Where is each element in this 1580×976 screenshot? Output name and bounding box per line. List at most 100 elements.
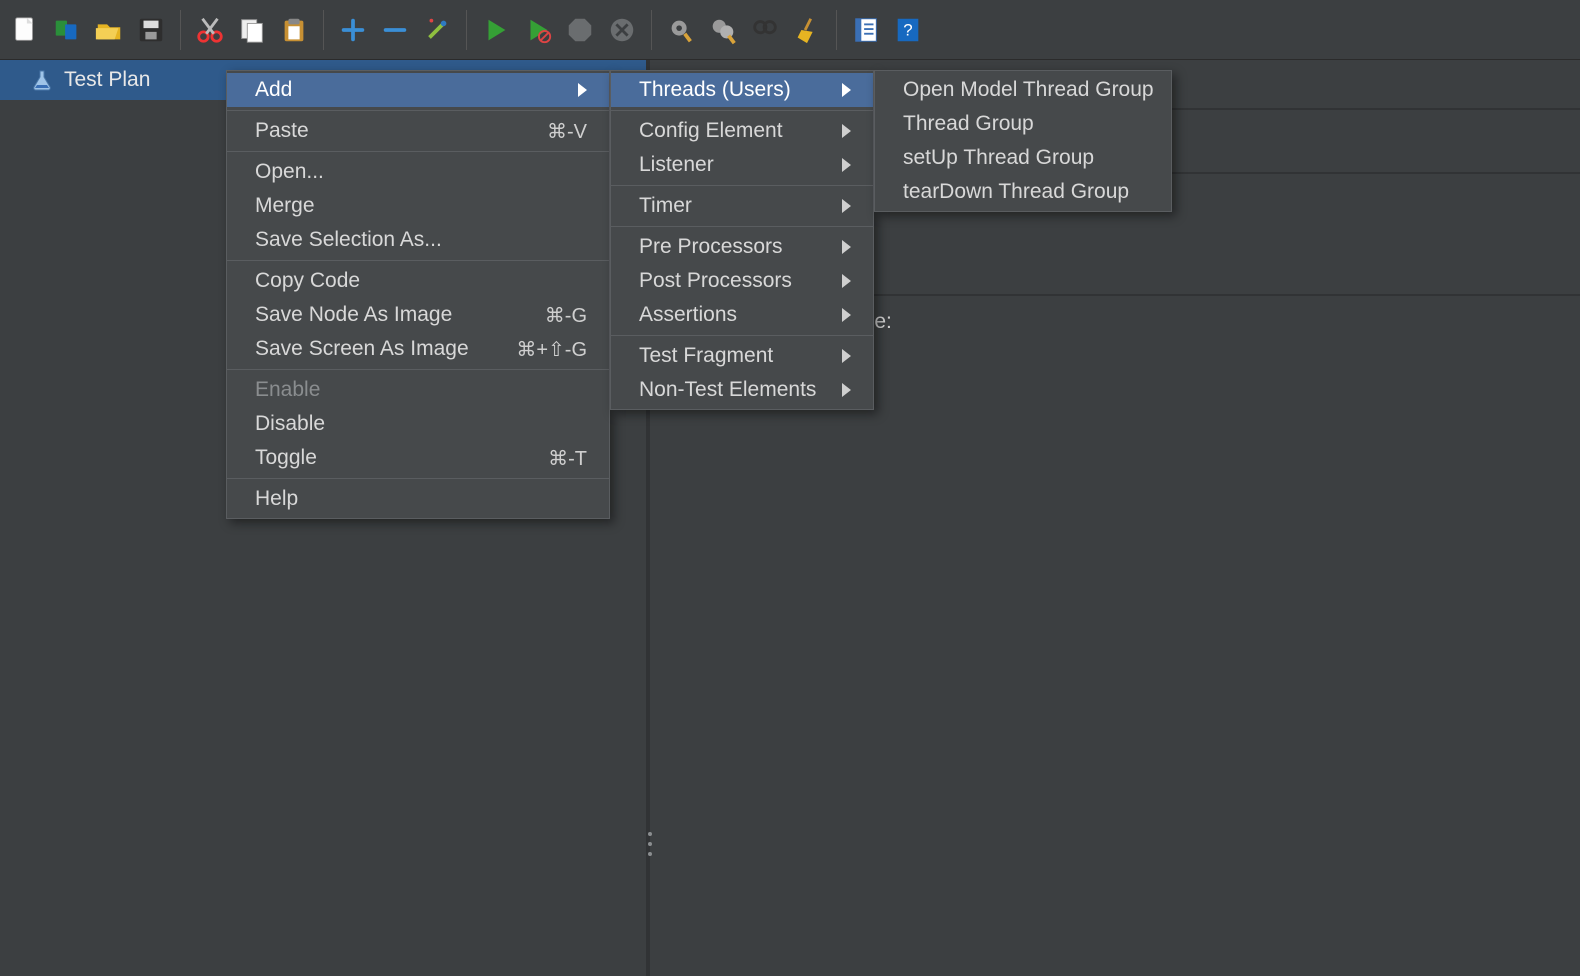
- chevron-right-icon: [842, 308, 851, 322]
- chevron-right-icon: [842, 383, 851, 397]
- context-menu: Add Paste⌘-V Open... Merge Save Selection As…: [226, 70, 610, 519]
- add-submenu-item-listener[interactable]: Listener: [611, 148, 873, 182]
- wand-icon[interactable]: [418, 11, 456, 49]
- add-submenu-item-assertions[interactable]: Assertions: [611, 298, 873, 332]
- menu-item-label: Save Node As Image: [255, 303, 515, 327]
- menu-item-shortcut: ⌘-G: [545, 303, 587, 328]
- context-menu-item-disable[interactable]: Disable: [227, 407, 609, 441]
- gear-clean-all-icon[interactable]: [704, 11, 742, 49]
- menu-item-label: Thread Group: [903, 112, 1149, 136]
- menu-item-label: Threads (Users): [639, 78, 822, 102]
- run-no-timer-icon[interactable]: [519, 11, 557, 49]
- plus-icon[interactable]: [334, 11, 372, 49]
- menu-separator: [227, 369, 609, 370]
- menu-item-label: setUp Thread Group: [903, 146, 1149, 170]
- context-menu-item-enable: Enable: [227, 373, 609, 407]
- menu-item-label: Config Element: [639, 119, 822, 143]
- new-file-icon[interactable]: [6, 11, 44, 49]
- menu-item-label: Paste: [255, 119, 517, 143]
- menu-item-shortcut: ⌘+⇧-G: [516, 337, 587, 362]
- menu-item-shortcut: ⌘-T: [548, 446, 587, 471]
- minus-icon[interactable]: [376, 11, 414, 49]
- add-submenu-item-pre-processors[interactable]: Pre Processors: [611, 230, 873, 264]
- add-submenu-item-test-fragment[interactable]: Test Fragment: [611, 339, 873, 373]
- menu-item-label: Open Model Thread Group: [903, 78, 1154, 102]
- toolbar: ?: [0, 0, 1580, 60]
- context-menu-item-help[interactable]: Help: [227, 482, 609, 516]
- menu-item-label: Post Processors: [639, 269, 822, 293]
- menu-item-label: Merge: [255, 194, 587, 218]
- threads-submenu-item-thread-group[interactable]: Thread Group: [875, 107, 1171, 141]
- menu-item-label: Toggle: [255, 446, 518, 470]
- menu-item-label: Timer: [639, 194, 822, 218]
- search-icon[interactable]: [746, 11, 784, 49]
- splitter-handle[interactable]: [646, 832, 654, 856]
- context-menu-item-add[interactable]: Add: [227, 73, 609, 107]
- menu-item-label: Help: [255, 487, 587, 511]
- menu-item-label: Save Screen As Image: [255, 337, 486, 361]
- menu-item-label: tearDown Thread Group: [903, 180, 1149, 204]
- menu-separator: [227, 478, 609, 479]
- chevron-right-icon: [842, 274, 851, 288]
- menu-separator: [611, 185, 873, 186]
- shutdown-icon[interactable]: [603, 11, 641, 49]
- context-menu-item-save-node-as-image[interactable]: Save Node As Image ⌘-G: [227, 298, 609, 332]
- menu-separator: [611, 226, 873, 227]
- function-helper-icon[interactable]: [847, 11, 885, 49]
- add-submenu: Threads (Users) Config Element Listener Tim…: [610, 70, 874, 410]
- toolbar-separator: [466, 10, 467, 50]
- save-icon[interactable]: [132, 11, 170, 49]
- chevron-right-icon: [842, 199, 851, 213]
- add-submenu-item-timer[interactable]: Timer: [611, 189, 873, 223]
- paste-icon[interactable]: [275, 11, 313, 49]
- toolbar-separator: [836, 10, 837, 50]
- add-submenu-item-threads-users[interactable]: Threads (Users): [611, 73, 873, 107]
- context-menu-item-toggle[interactable]: Toggle ⌘-T: [227, 441, 609, 475]
- tree-node-label: Test Plan: [64, 68, 150, 92]
- menu-item-label: Test Fragment: [639, 344, 822, 368]
- chevron-right-icon: [842, 158, 851, 172]
- menu-item-label: Save Selection As...: [255, 228, 587, 252]
- menu-item-label: Disable: [255, 412, 587, 436]
- chevron-right-icon: [842, 124, 851, 138]
- threads-submenu-item-setup-thread-group[interactable]: setUp Thread Group: [875, 141, 1171, 175]
- menu-separator: [227, 110, 609, 111]
- run-icon[interactable]: [477, 11, 515, 49]
- toolbar-separator: [323, 10, 324, 50]
- context-menu-item-copy-code[interactable]: Copy Code: [227, 264, 609, 298]
- gear-clean-icon[interactable]: [662, 11, 700, 49]
- add-submenu-item-post-processors[interactable]: Post Processors: [611, 264, 873, 298]
- chevron-right-icon: [842, 83, 851, 97]
- toolbar-separator: [651, 10, 652, 50]
- menu-item-label: Listener: [639, 153, 822, 177]
- context-menu-item-save-selection-as[interactable]: Save Selection As...: [227, 223, 609, 257]
- menu-separator: [227, 151, 609, 152]
- threads-submenu-item-open-model-thread-group[interactable]: Open Model Thread Group: [875, 73, 1171, 107]
- menu-separator: [227, 260, 609, 261]
- add-submenu-item-non-test-elements[interactable]: Non-Test Elements: [611, 373, 873, 407]
- cut-icon[interactable]: [191, 11, 229, 49]
- add-submenu-item-config-element[interactable]: Config Element: [611, 114, 873, 148]
- threads-submenu-item-teardown-thread-group[interactable]: tearDown Thread Group: [875, 175, 1171, 209]
- context-menu-item-paste[interactable]: Paste⌘-V: [227, 114, 609, 148]
- menu-item-label: Assertions: [639, 303, 822, 327]
- chevron-right-icon: [842, 240, 851, 254]
- context-menu-item-open[interactable]: Open...: [227, 155, 609, 189]
- help-icon[interactable]: ?: [889, 11, 927, 49]
- menu-item-label: Pre Processors: [639, 235, 822, 259]
- menu-separator: [611, 110, 873, 111]
- context-menu-item-merge[interactable]: Merge: [227, 189, 609, 223]
- menu-item-label: Copy Code: [255, 269, 587, 293]
- menu-item-label: Add: [255, 78, 558, 102]
- copy-icon[interactable]: [233, 11, 271, 49]
- stop-icon[interactable]: [561, 11, 599, 49]
- context-menu-item-save-screen-as-image[interactable]: Save Screen As Image ⌘+⇧-G: [227, 332, 609, 366]
- flask-icon: [30, 68, 54, 92]
- toolbar-separator: [180, 10, 181, 50]
- chevron-right-icon: [578, 83, 587, 97]
- chevron-right-icon: [842, 349, 851, 363]
- menu-item-label: Enable: [255, 378, 587, 402]
- open-icon[interactable]: [90, 11, 128, 49]
- templates-icon[interactable]: [48, 11, 86, 49]
- broom-icon[interactable]: [788, 11, 826, 49]
